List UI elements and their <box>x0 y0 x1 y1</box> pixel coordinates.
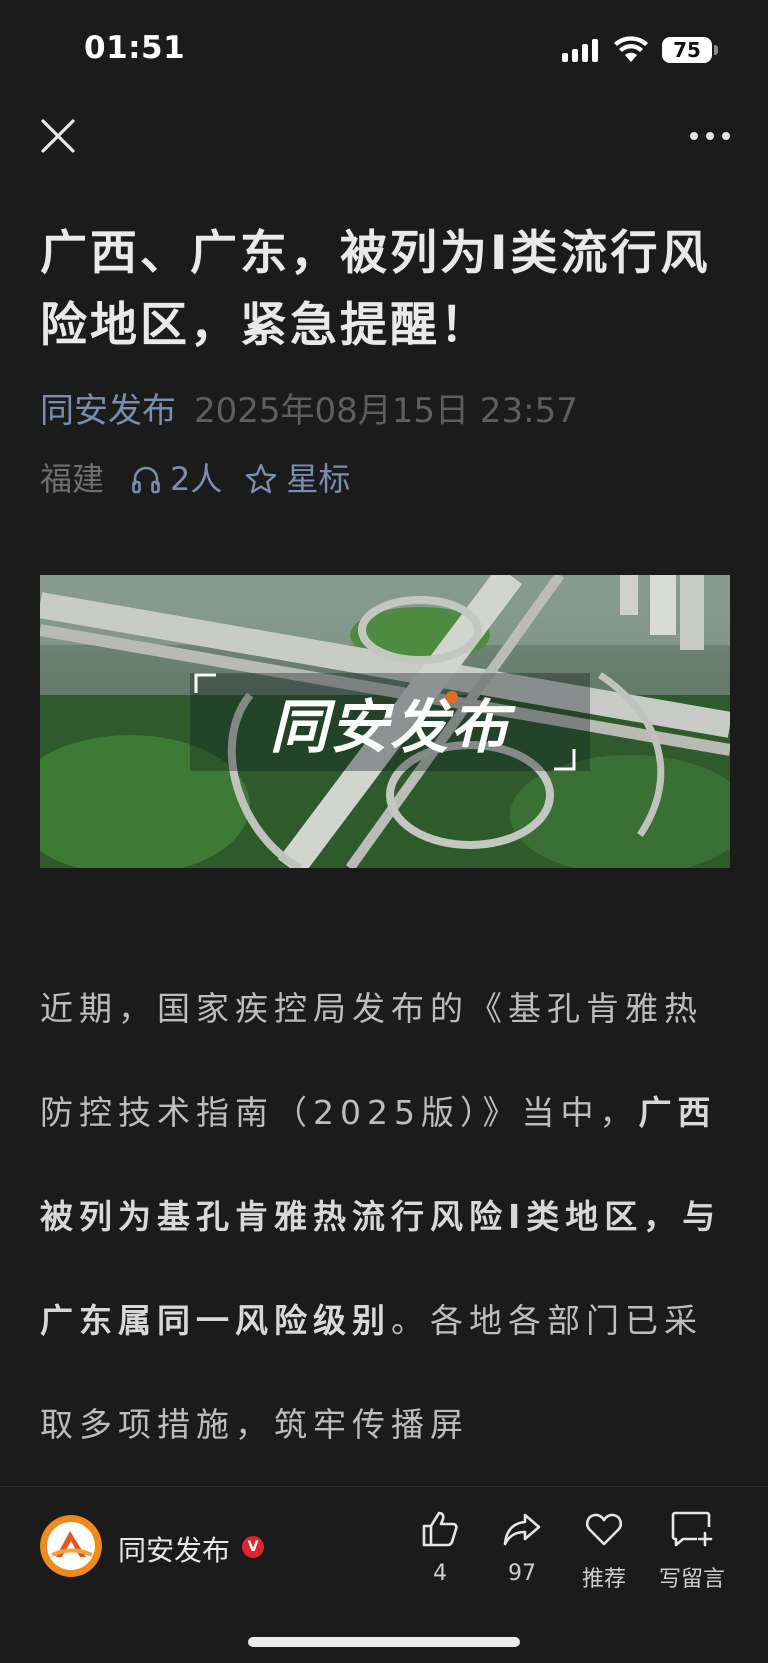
article-header: 广西、广东，被列为Ⅰ类流行风险地区，紧急提醒！ 同安发布 2025年08月15日 … <box>40 218 730 506</box>
location: 福建 <box>40 460 105 498</box>
comment-label: 写留言 <box>658 1567 725 1592</box>
close-icon <box>41 119 75 153</box>
hero-banner-text: 同安发布 <box>270 693 516 761</box>
cellular-signal-icon <box>562 38 598 62</box>
verified-badge-icon: V <box>242 1536 264 1558</box>
like-button[interactable]: 4 <box>400 1507 480 1586</box>
home-indicator[interactable] <box>248 1637 520 1647</box>
listener-count: 2人 <box>170 460 223 498</box>
star-label: 星标 <box>286 460 351 498</box>
status-time: 01:51 <box>84 30 186 66</box>
listen-button[interactable]: 2人 <box>130 452 222 506</box>
star-icon <box>246 463 277 494</box>
share-button[interactable]: 97 <box>482 1507 562 1586</box>
more-button[interactable] <box>680 112 740 160</box>
battery-icon: 75 <box>662 37 718 63</box>
account-name[interactable]: 同安发布 <box>118 1529 230 1569</box>
top-nav <box>0 100 768 172</box>
recommend-button[interactable]: 推荐 <box>564 1507 644 1593</box>
wifi-icon <box>614 36 648 62</box>
account-avatar[interactable] <box>40 1515 102 1577</box>
headphones-icon <box>132 466 160 494</box>
author-link[interactable]: 同安发布 <box>40 391 176 431</box>
article-title: 广西、广东，被列为Ⅰ类流行风险地区，紧急提醒！ <box>40 226 711 353</box>
like-count: 4 <box>433 1561 447 1586</box>
star-button[interactable]: 星标 <box>244 452 350 506</box>
thumbs-up-icon <box>422 1511 458 1547</box>
share-arrow-icon <box>503 1513 541 1546</box>
publish-time: 2025年08月15日 23:57 <box>194 391 578 431</box>
comment-button[interactable]: 写留言 <box>652 1507 732 1593</box>
status-bar: 01:51 75 <box>0 0 768 100</box>
share-count: 97 <box>508 1561 536 1586</box>
heart-icon <box>585 1513 623 1546</box>
article-meta-secondary: 福建 2人 星标 <box>40 452 730 506</box>
hero-image: 同安发布 <box>40 575 730 868</box>
article-body: 近期，国家疾控局发布的《基孔肯雅热防控技术指南（2025版）》当中，广西被列为基… <box>40 957 730 1477</box>
paragraph-text: 近期，国家疾控局发布的《基孔肯雅热防控技术指南（2025版）》当中， <box>40 989 703 1132</box>
more-horizontal-icon <box>690 132 698 140</box>
recommend-label: 推荐 <box>581 1567 626 1592</box>
comment-add-icon <box>671 1511 713 1547</box>
article-meta: 同安发布 2025年08月15日 23:57 <box>40 384 730 438</box>
bottom-action-bar: 同安发布 V 4 97 推荐 写留言 <box>0 1486 768 1663</box>
close-button[interactable] <box>34 112 82 160</box>
